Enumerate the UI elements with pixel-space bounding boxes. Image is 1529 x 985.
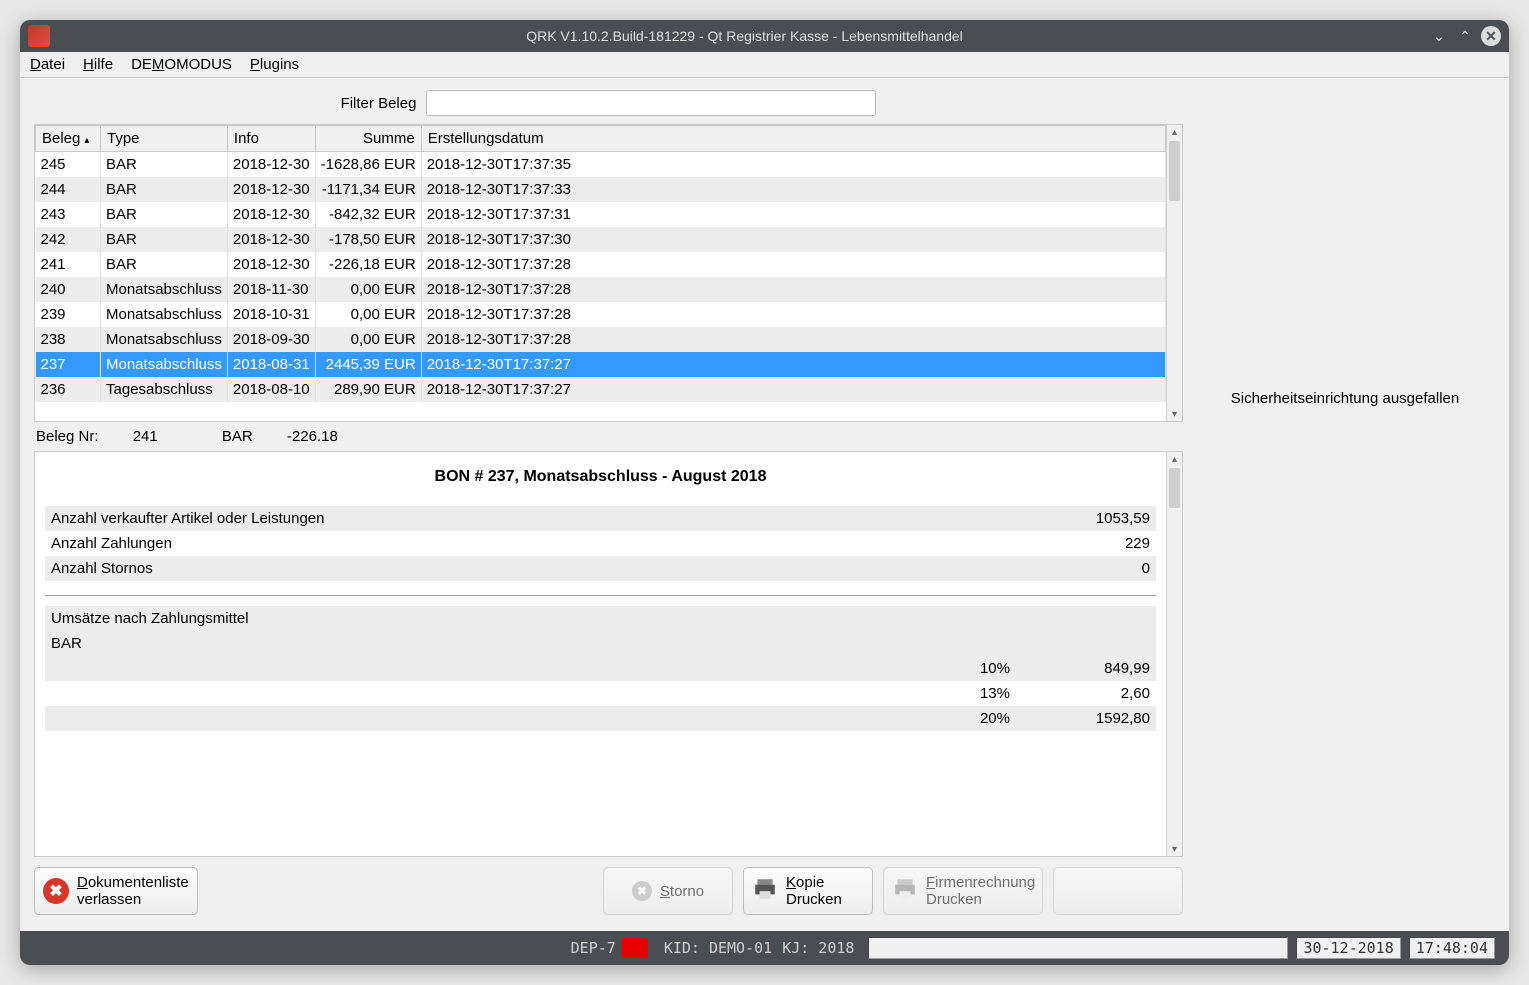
minimize-icon[interactable]: ⌄ [1429,26,1449,46]
header-erst[interactable]: Erstellungsdatum [421,126,1165,152]
status-empty-box [868,937,1288,959]
table-row[interactable]: 241BAR2018-12-30-226,18 EUR2018-12-30T17… [36,252,1166,277]
window-title: QRK V1.10.2.Build-181229 - Qt Registrier… [60,28,1429,44]
scroll-thumb[interactable] [1169,141,1180,201]
scroll-down-icon[interactable]: ▾ [1167,842,1182,856]
info-line: Beleg Nr: 241 BAR -226.18 [34,422,1183,451]
status-red-indicator [622,938,648,958]
scroll-down-icon[interactable]: ▾ [1167,407,1182,421]
status-kid: KID: DEMO-01 [664,939,772,957]
table-row[interactable]: 238Monatsabschluss2018-09-300,00 EUR2018… [36,327,1166,352]
bon-row: Anzahl verkaufter Artikel oder Leistunge… [45,506,1156,531]
leave-line1: okumentenliste [88,874,189,891]
empty-button [1053,867,1183,915]
menu-hilfe[interactable]: Hilfe [83,56,113,73]
bon-row: 10%849,99 [45,656,1156,681]
detail-scrollbar[interactable]: ▴ ▾ [1166,452,1182,856]
receipt-table[interactable]: Beleg▴ Type Info Summe Erstellungsdatum … [35,125,1166,402]
sort-asc-icon: ▴ [84,135,89,146]
status-date: 30-12-2018 [1296,937,1400,959]
table-scrollbar[interactable]: ▴ ▾ [1166,125,1182,421]
bon-row: 20%1592,80 [45,706,1156,731]
printer-icon [892,876,918,906]
table-row[interactable]: 243BAR2018-12-30-842,32 EUR2018-12-30T17… [36,202,1166,227]
storno-icon: ✖ [632,881,652,901]
bon-row: 13%2,60 [45,681,1156,706]
table-row[interactable]: 239Monatsabschluss2018-10-310,00 EUR2018… [36,302,1166,327]
bon-summary-table: Anzahl verkaufter Artikel oder Leistunge… [45,506,1156,581]
leave-documentlist-button[interactable]: ✖ Dokumentenlisteverlassen [34,867,198,915]
table-row[interactable]: 240Monatsabschluss2018-11-300,00 EUR2018… [36,277,1166,302]
header-summe[interactable]: Summe [315,126,421,152]
menubar: Datei Hilfe DEMOMODUS Plugins [20,52,1509,78]
table-row[interactable]: 237Monatsabschluss2018-08-312445,39 EUR2… [36,352,1166,377]
menu-datei[interactable]: Datei [30,56,65,73]
security-warning: Sicherheitseinrichtung ausgefallen [1231,390,1459,407]
table-row[interactable]: 242BAR2018-12-30-178,50 EUR2018-12-30T17… [36,227,1166,252]
filter-label: Filter Beleg [341,95,417,112]
table-row[interactable]: 244BAR2018-12-30-1171,34 EUR2018-12-30T1… [36,177,1166,202]
receipt-detail: BON # 237, Monatsabschluss - August 2018… [35,452,1166,856]
storno-button: ✖ Storno [603,867,733,915]
status-time: 17:48:04 [1409,937,1495,959]
cancel-icon: ✖ [43,878,69,904]
app-icon [28,25,50,47]
filter-input[interactable] [426,90,876,116]
menu-demomodus[interactable]: DEMOMODUS [131,56,232,73]
titlebar: QRK V1.10.2.Build-181229 - Qt Registrier… [20,20,1509,52]
kopie-drucken-button[interactable]: Kopie Drucken [743,867,873,915]
scroll-up-icon[interactable]: ▴ [1167,452,1182,466]
bon-row: Anzahl Stornos0 [45,556,1156,581]
table-row[interactable]: 245BAR2018-12-30-1628,86 EUR2018-12-30T1… [36,152,1166,178]
scroll-up-icon[interactable]: ▴ [1167,125,1182,139]
bon-tax-table: 10%849,9913%2,6020%1592,80 [45,656,1156,731]
statusbar: DEP-7 KID: DEMO-01 KJ: 2018 30-12-2018 1… [20,931,1509,965]
scroll-thumb[interactable] [1169,468,1180,508]
leave-line2: verlassen [77,891,141,908]
printer-icon [752,876,778,906]
bon-title: BON # 237, Monatsabschluss - August 2018 [45,468,1156,486]
header-info[interactable]: Info [227,126,315,152]
header-beleg[interactable]: Beleg▴ [36,126,101,152]
maximize-icon[interactable]: ⌃ [1455,26,1475,46]
status-dep: DEP-7 [571,939,616,957]
firmenrechnung-button: FirmenrechnungDrucken [883,867,1043,915]
bon-row: Anzahl Zahlungen229 [45,531,1156,556]
table-row[interactable]: 236Tagesabschluss2018-08-10289,90 EUR201… [36,377,1166,402]
header-type[interactable]: Type [101,126,228,152]
close-icon[interactable]: ✕ [1481,26,1501,46]
menu-plugins[interactable]: Plugins [250,56,299,73]
status-kj: KJ: 2018 [782,939,854,957]
bon-payment-header: Umsätze nach Zahlungsmittel BAR [45,606,1156,656]
